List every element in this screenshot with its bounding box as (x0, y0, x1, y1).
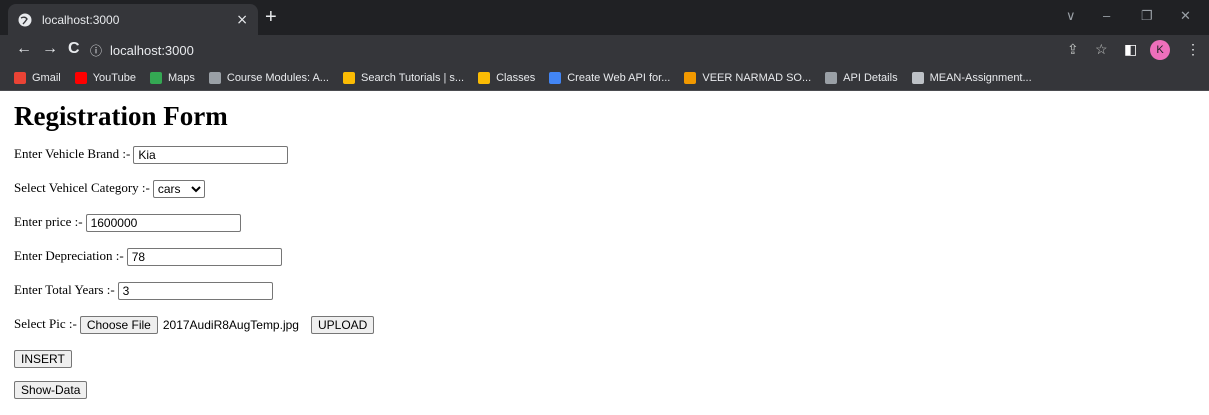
restore-icon[interactable]: ❐ (1141, 8, 1153, 24)
bookmark-item[interactable]: Classes (478, 71, 536, 84)
back-icon[interactable]: ← (16, 40, 32, 58)
address-bar[interactable]: ⓘ localhost:3000 (90, 38, 1040, 62)
browser-tab[interactable]: localhost:3000 × (8, 4, 258, 35)
tab-close-icon[interactable]: × (236, 12, 248, 28)
bookmark-favicon-icon (478, 71, 491, 84)
bookmark-star-icon[interactable]: ☆ (1095, 41, 1108, 58)
show-data-row: Show-Data (14, 381, 1209, 415)
bookmark-label: Maps (167, 71, 195, 84)
pic-row: Select Pic :- Choose File 2017AudiR8AugT… (14, 316, 1209, 350)
price-input[interactable] (85, 214, 241, 232)
depreciation-input[interactable] (126, 248, 282, 266)
bookmark-label: Gmail (32, 71, 61, 84)
bookmark-label: Create Web API for... (567, 71, 671, 84)
menu-icon[interactable]: ⋮ (1186, 41, 1200, 58)
bookmark-favicon-icon (825, 71, 838, 84)
browser-toolbar: ← → C ⓘ localhost:3000 ⇪ ☆ ◧ K ⋮ (0, 35, 1209, 65)
globe-icon (18, 13, 32, 26)
bookmark-item[interactable]: API Details (825, 71, 898, 84)
bookmark-label: YouTube (92, 71, 136, 84)
bookmark-favicon-icon (208, 71, 221, 84)
insert-button[interactable]: INSERT (14, 350, 72, 368)
profile-avatar[interactable]: K (1150, 40, 1170, 60)
category-select[interactable]: cars (152, 180, 205, 198)
show-data-button[interactable]: Show-Data (14, 381, 88, 399)
side-panel-icon[interactable]: ◧ (1124, 41, 1137, 58)
pic-label: Select Pic :- (14, 316, 77, 331)
bookmark-item[interactable]: YouTube (74, 71, 136, 84)
bookmark-favicon-icon (911, 71, 924, 84)
bookmark-item[interactable]: VEER NARMAD SO... (684, 71, 812, 84)
bookmarks-bar: Gmail YouTube Maps Course Modules: A... Sear… (0, 65, 1209, 91)
forward-icon[interactable]: → (42, 40, 58, 58)
bookmark-favicon-icon (342, 71, 355, 84)
category-label: Select Vehicel Category :- (14, 180, 150, 195)
new-tab-icon[interactable]: + (265, 6, 277, 29)
brand-input[interactable] (133, 146, 289, 164)
bookmark-label: Course Modules: A... (226, 71, 329, 84)
page-content: Registration Form Enter Vehicle Brand :-… (0, 101, 1209, 415)
bookmark-item[interactable]: Gmail (14, 71, 61, 84)
price-row: Enter price :- (14, 214, 1209, 248)
years-row: Enter Total Years :- (14, 282, 1209, 316)
bookmark-favicon-icon (149, 71, 162, 84)
choose-file-button[interactable]: Choose File (79, 316, 158, 334)
minimize-icon[interactable]: – (1103, 8, 1110, 23)
upload-button[interactable]: UPLOAD (310, 316, 375, 334)
bookmark-favicon-icon (549, 71, 562, 84)
browser-tab-bar: localhost:3000 × + ∨ – ❐ ✕ (0, 0, 1209, 35)
brand-label: Enter Vehicle Brand :- (14, 146, 131, 161)
tab-title: localhost:3000 (42, 12, 120, 27)
bookmark-favicon-icon (74, 71, 87, 84)
tab-search-icon[interactable]: ∨ (1066, 8, 1076, 24)
depreciation-label: Enter Depreciation :- (14, 248, 124, 263)
bookmark-label: Classes (496, 71, 536, 84)
bookmark-item[interactable]: MEAN-Assignment... (911, 71, 1032, 84)
bookmark-item[interactable]: Search Tutorials | s... (342, 71, 465, 84)
price-label: Enter price :- (14, 214, 83, 229)
years-input[interactable] (117, 282, 273, 300)
bookmark-item[interactable]: Course Modules: A... (208, 71, 329, 84)
info-icon[interactable]: ⓘ (90, 42, 102, 59)
window-close-icon[interactable]: ✕ (1180, 8, 1191, 24)
bookmark-favicon-icon (14, 71, 26, 84)
depreciation-row: Enter Depreciation :- (14, 248, 1209, 282)
bookmark-label: VEER NARMAD SO... (702, 71, 812, 84)
bookmark-item[interactable]: Create Web API for... (549, 71, 671, 84)
file-name: 2017AudiR8AugTemp.jpg (162, 318, 299, 332)
years-label: Enter Total Years :- (14, 282, 115, 297)
bookmark-item[interactable]: Maps (149, 71, 195, 84)
page-title: Registration Form (14, 101, 228, 131)
insert-row: INSERT (14, 350, 1209, 381)
category-row: Select Vehicel Category :- cars (14, 180, 1209, 214)
reload-icon[interactable]: C (68, 40, 80, 58)
share-icon[interactable]: ⇪ (1067, 41, 1079, 58)
brand-row: Enter Vehicle Brand :- (14, 146, 1209, 180)
bookmark-label: MEAN-Assignment... (929, 71, 1032, 84)
bookmark-label: Search Tutorials | s... (360, 71, 465, 84)
bookmark-favicon-icon (684, 71, 697, 84)
bookmark-label: API Details (843, 71, 898, 84)
url-text: localhost:3000 (110, 42, 194, 58)
